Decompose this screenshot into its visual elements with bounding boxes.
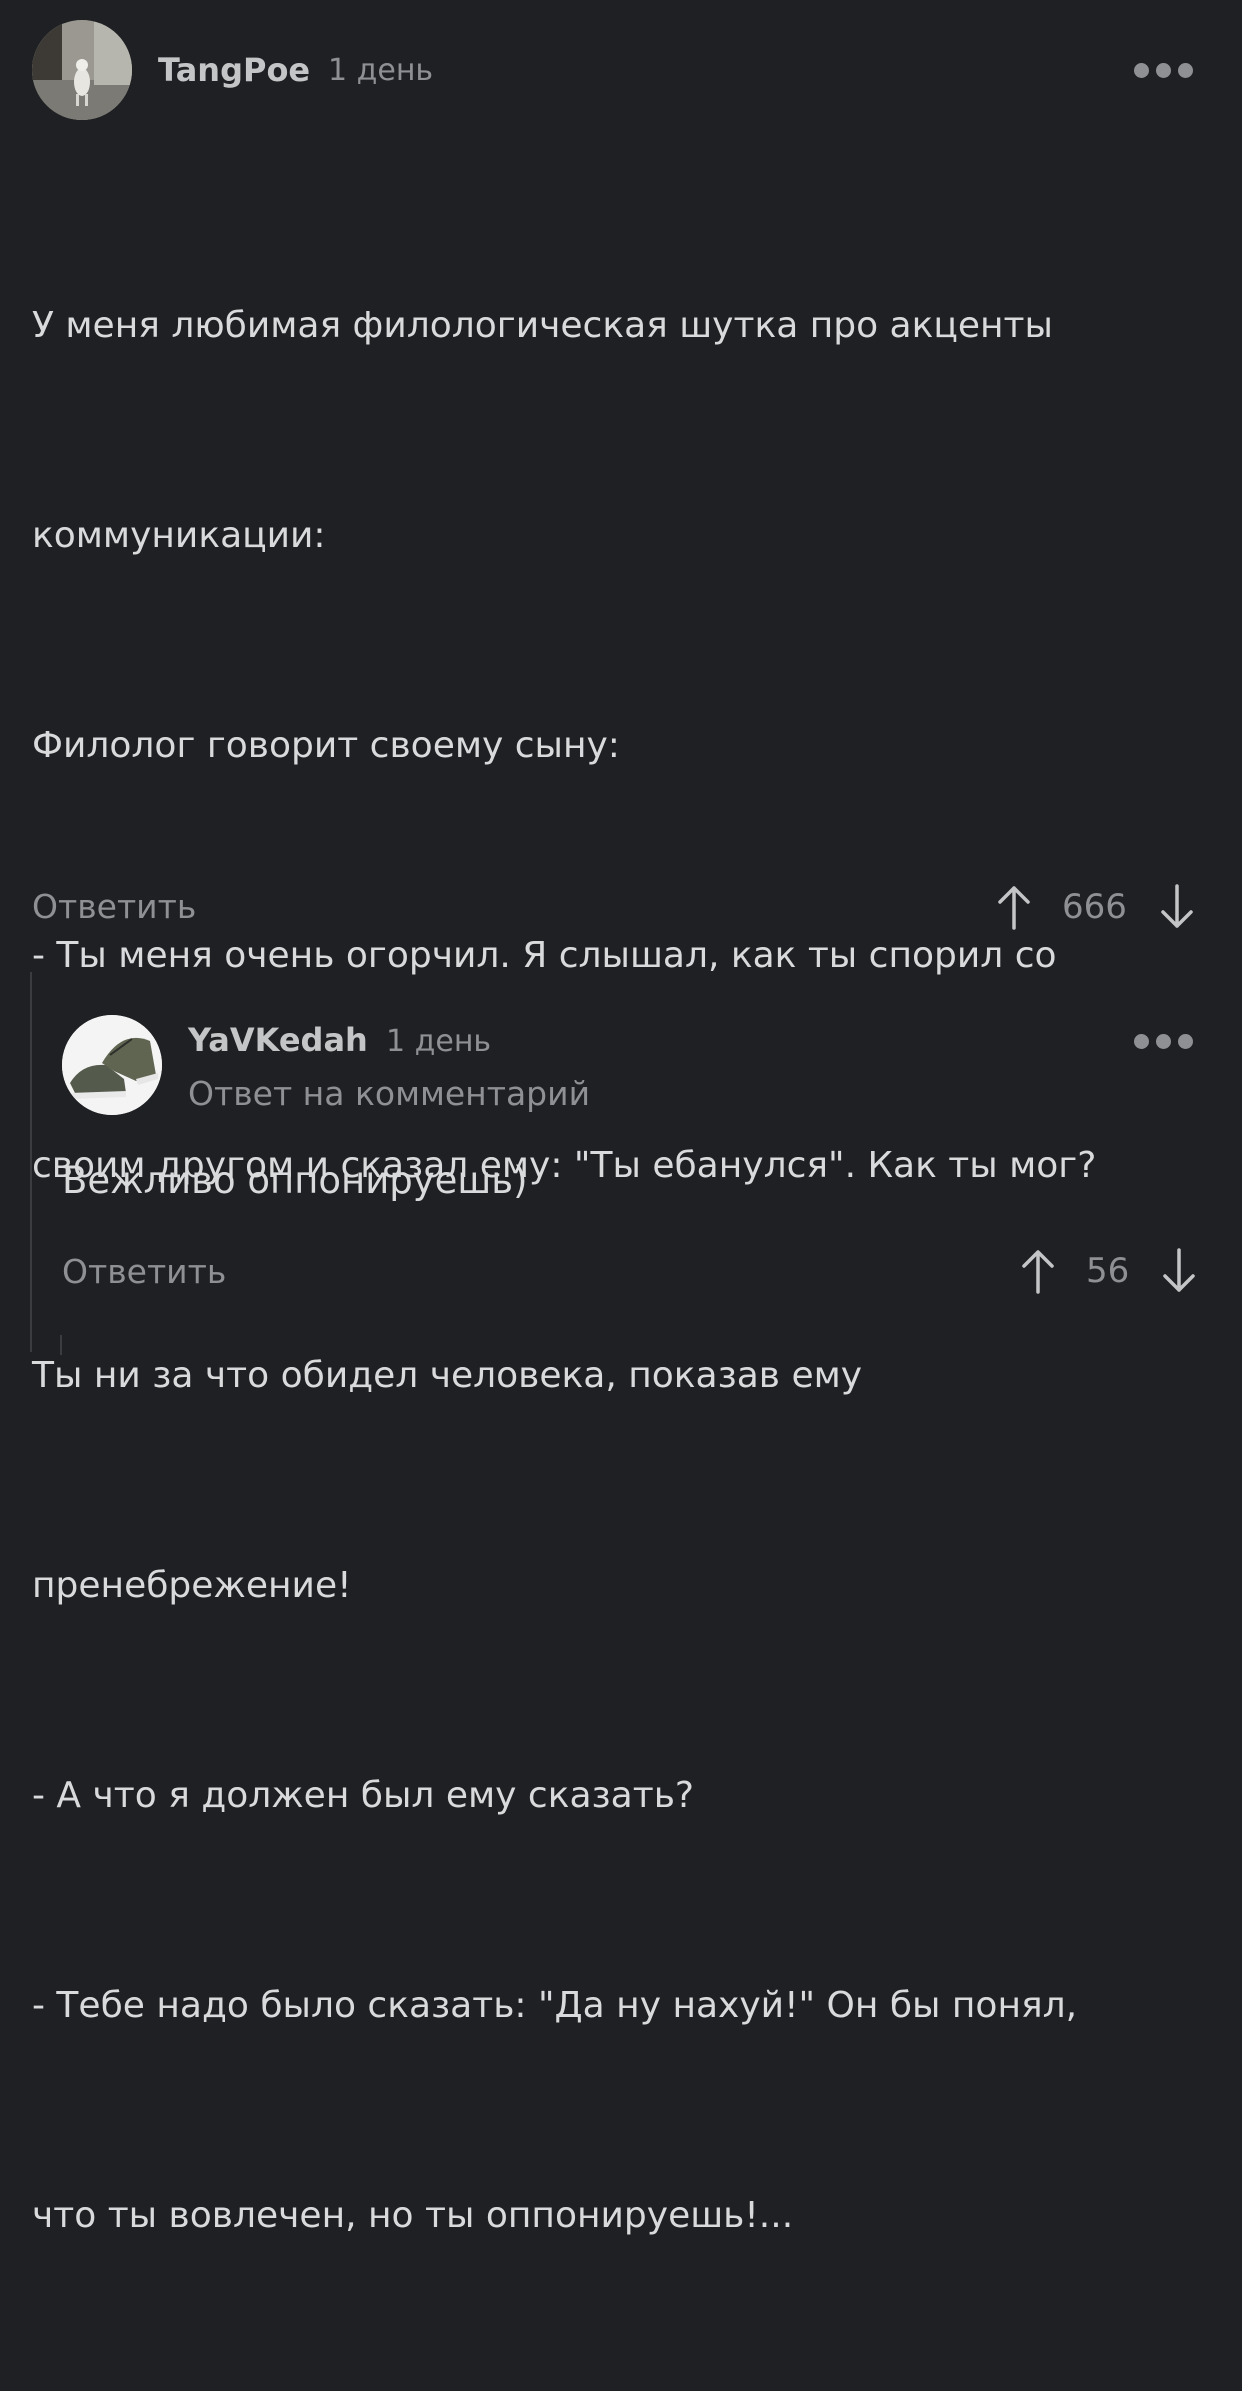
comment-line: Ты ни за что обидел человека, показав ем… [32, 1355, 863, 1396]
cat-photo-avatar-icon [32, 20, 132, 120]
reply-button[interactable]: Ответить [32, 887, 196, 926]
sneakers-photo-avatar-icon [62, 1015, 162, 1115]
comment-text: Вежливо оппонируешь) [62, 1159, 528, 1202]
comment-line: Филолог говорит своему сыну: [32, 725, 620, 766]
user-avatar[interactable] [32, 20, 132, 120]
comment-line: что ты вовлечен, но ты оппонируешь!... [32, 2195, 794, 2236]
thread-line[interactable] [30, 972, 32, 1352]
comment-line: У меня любимая филологическая шутка про … [32, 305, 1053, 346]
more-options-icon[interactable] [1134, 1034, 1193, 1049]
downvote-arrow-icon[interactable] [1159, 1246, 1199, 1296]
user-avatar[interactable] [62, 1015, 162, 1115]
rating-value: 56 [1086, 1251, 1130, 1291]
comment-line: - Тебе надо было сказать: "Да ну нахуй!"… [32, 1985, 1078, 2026]
comment-line: пренебрежение! [32, 1565, 352, 1606]
timestamp: 1 день [386, 1024, 492, 1059]
username[interactable]: YaVKedah [188, 1021, 368, 1059]
upvote-arrow-icon[interactable] [1018, 1246, 1058, 1296]
rating-controls: 666 [994, 882, 1197, 932]
reply-to-comment-label[interactable]: Ответ на комментарий [188, 1074, 590, 1113]
comment-line: коммуникации: [32, 515, 326, 556]
more-options-icon[interactable] [1134, 63, 1193, 78]
username[interactable]: TangPoe [158, 51, 310, 89]
comment-line: - А что я должен был ему сказать? [32, 1775, 695, 1816]
rating-controls: 56 [1018, 1246, 1199, 1296]
downvote-arrow-icon[interactable] [1157, 882, 1197, 932]
reply-button[interactable]: Ответить [62, 1252, 226, 1291]
timestamp: 1 день [328, 53, 434, 88]
rating-value: 666 [1062, 887, 1127, 927]
upvote-arrow-icon[interactable] [994, 882, 1034, 932]
nested-thread-line[interactable] [60, 1335, 62, 1355]
